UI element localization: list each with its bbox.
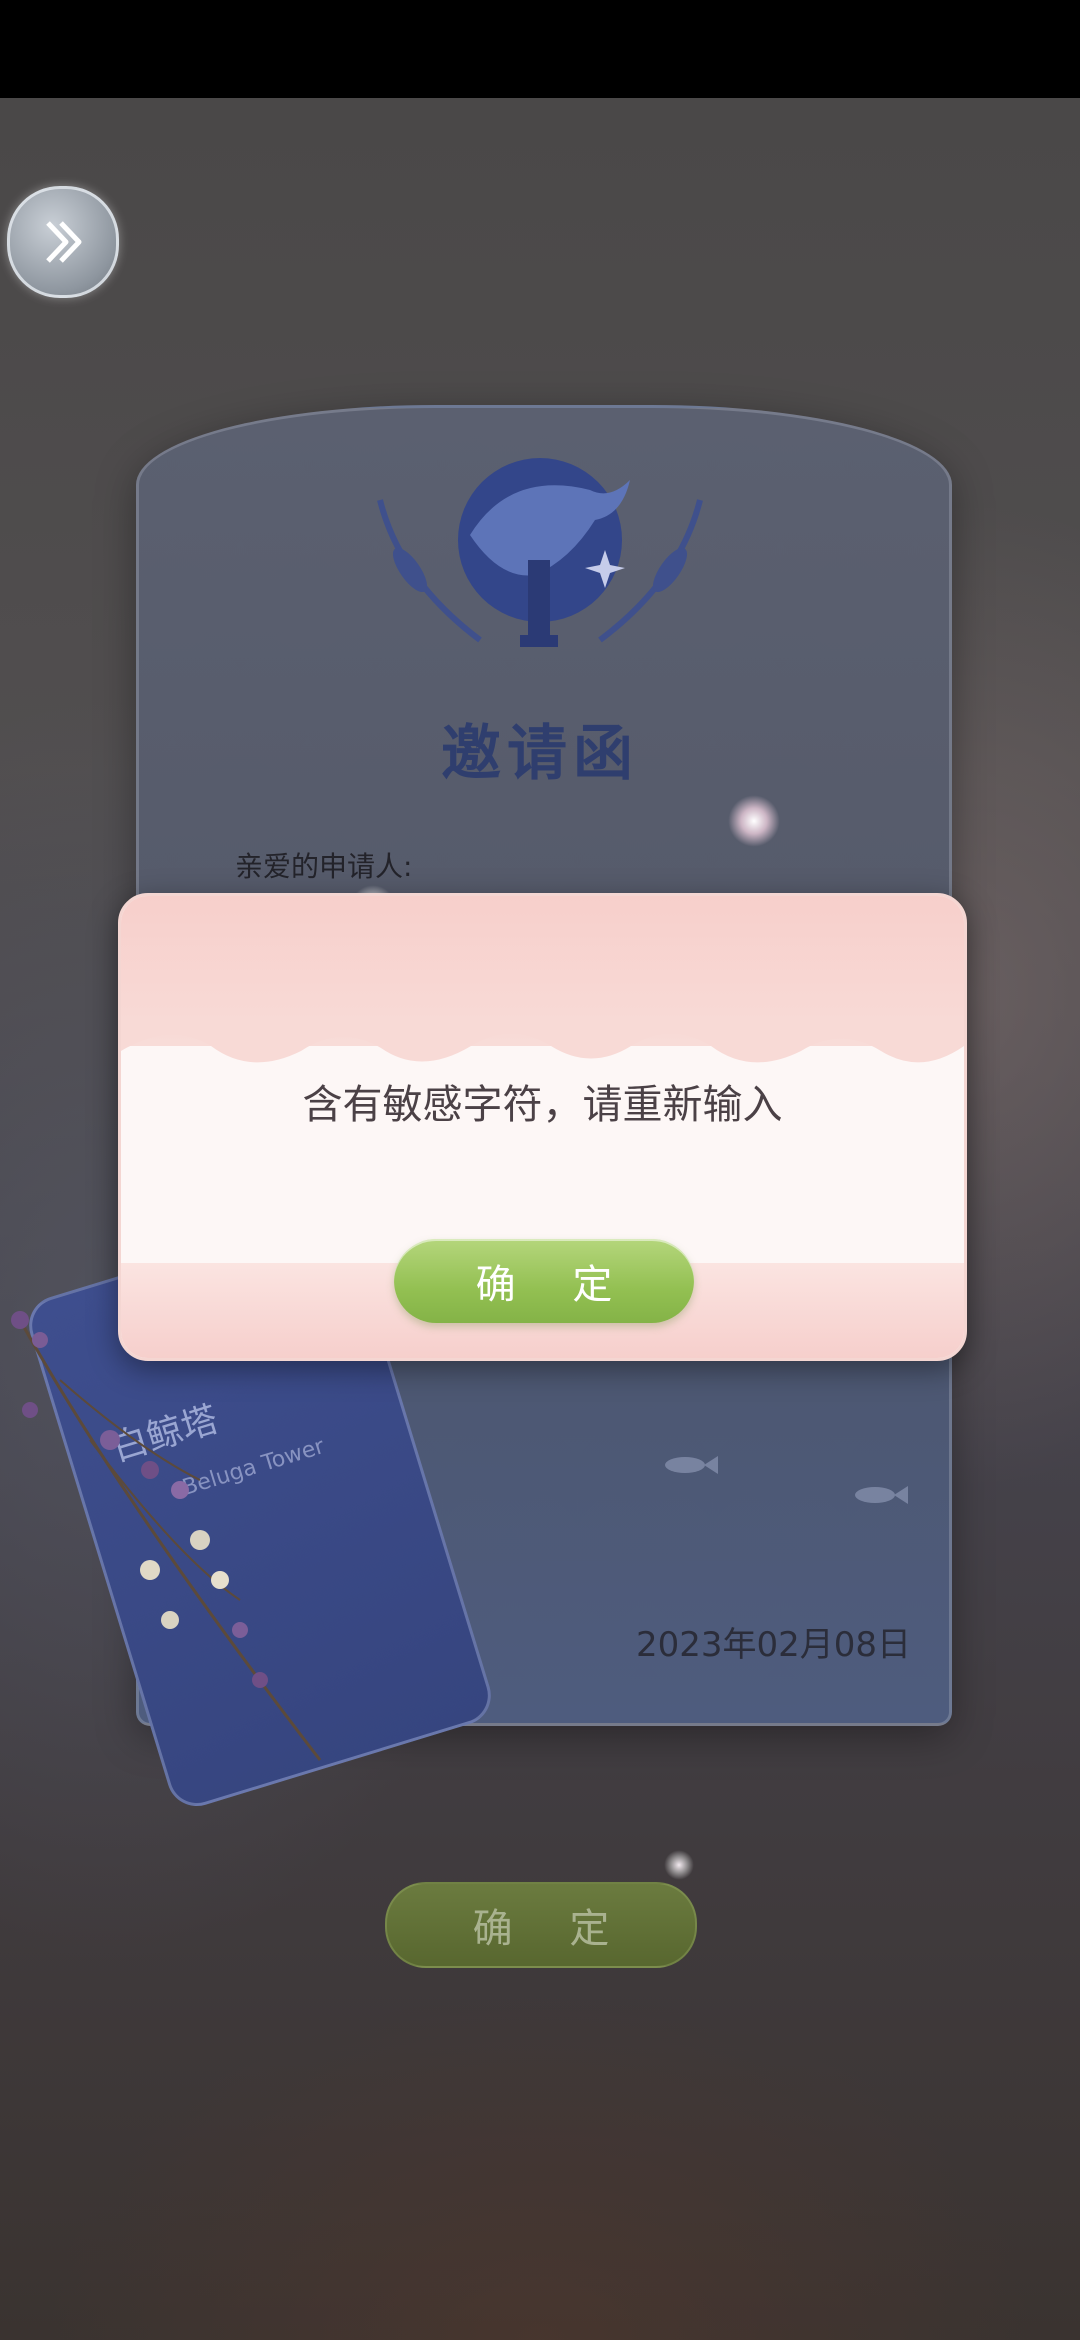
status-bar	[0, 0, 1080, 98]
invitation-title: 邀请函	[441, 719, 639, 789]
double-chevron-right-icon	[46, 221, 82, 263]
dried-flowers-decoration	[11, 1311, 322, 1761]
invitation-greeting: 亲爱的申请人:	[235, 850, 413, 883]
dialog-message: 含有敏感字符，请重新输入	[302, 1082, 783, 1128]
dialog-confirm-button[interactable]: 确 定	[394, 1239, 694, 1323]
skip-button[interactable]	[7, 186, 119, 298]
sensitive-word-dialog: 含有敏感字符，请重新输入 确 定	[118, 893, 967, 1361]
sparkle-decoration	[664, 1850, 694, 1880]
sparkle-decoration	[728, 795, 780, 847]
fish-decoration-icon	[855, 1486, 908, 1504]
bottom-confirm-button[interactable]: 确 定	[385, 1882, 697, 1968]
fish-decoration-icon	[665, 1456, 718, 1474]
dialog-cloud-edge	[121, 1016, 964, 1063]
beluga-crest-logo	[377, 458, 703, 647]
invitation-date: 2023年02月08日	[636, 1625, 912, 1665]
